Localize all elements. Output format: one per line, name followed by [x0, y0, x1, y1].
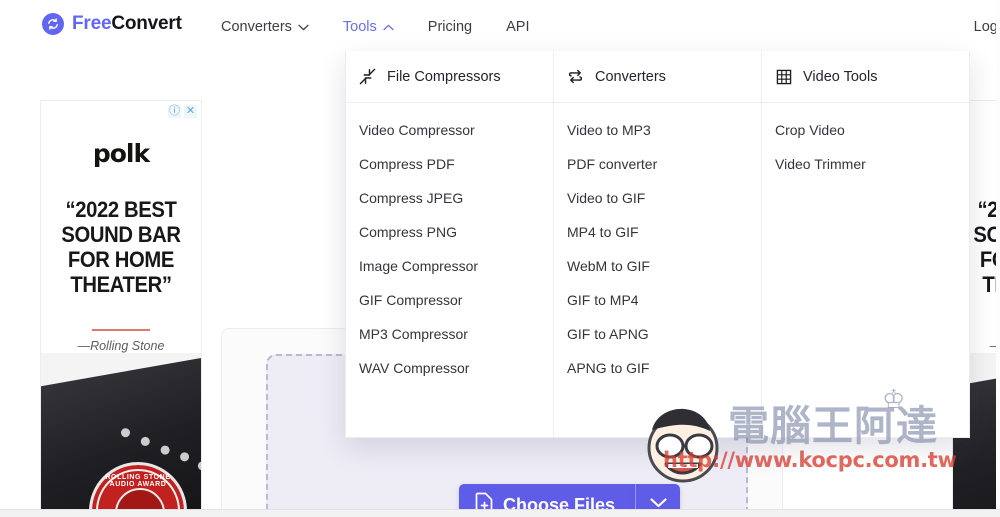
nav-item-tools[interactable]: Tools — [343, 19, 394, 35]
menu-column-file-compressors: File Compressors Video Compressor Compre… — [346, 51, 553, 437]
choose-files-group: Choose Files — [459, 484, 681, 511]
menu-column-converters: Converters Video to MP3 PDF converter Vi… — [553, 51, 761, 437]
page-root: ⓘ ✕ polk “2022 BEST SOUND BAR FOR HOME T… — [0, 0, 1000, 517]
window-edge-right — [996, 0, 1000, 517]
logo-text-convert: Convert — [111, 13, 182, 34]
menu-item-gif-compressor[interactable]: GIF Compressor — [359, 285, 553, 319]
menu-items-list: Video Compressor Compress PDF Compress J… — [346, 103, 553, 387]
menu-column-title: Converters — [595, 68, 666, 85]
menu-item-mp3-compressor[interactable]: MP3 Compressor — [359, 319, 553, 353]
nav-label-api: API — [506, 19, 530, 35]
menu-item-gif-to-mp4[interactable]: GIF to MP4 — [567, 285, 761, 319]
ad-banner-left[interactable]: ⓘ ✕ polk “2022 BEST SOUND BAR FOR HOME T… — [40, 100, 202, 517]
menu-column-title: File Compressors — [387, 68, 501, 85]
menu-item-apng-to-gif[interactable]: APNG to GIF — [567, 353, 761, 387]
chevron-down-icon — [649, 496, 668, 510]
award-badge-text: ROLLING STONE AUDIO AWARD — [105, 474, 171, 488]
ad-attribution-left: —Rolling Stone — [77, 339, 165, 353]
choose-files-dropdown-button[interactable] — [635, 484, 681, 510]
info-icon[interactable]: ⓘ — [168, 105, 181, 118]
chevron-up-icon — [383, 19, 394, 35]
menu-item-video-to-mp3[interactable]: Video to MP3 — [567, 115, 761, 149]
compress-arrows-icon — [359, 68, 376, 85]
site-logo[interactable]: FreeConvert — [42, 13, 182, 35]
logo-text-free: Free — [72, 13, 112, 34]
menu-item-webm-to-gif[interactable]: WebM to GIF — [567, 251, 761, 285]
menu-item-video-trimmer[interactable]: Video Trimmer — [775, 149, 969, 183]
menu-column-header: Video Tools — [762, 51, 969, 103]
swap-arrows-icon — [567, 68, 584, 85]
menu-item-compress-png[interactable]: Compress PNG — [359, 217, 553, 251]
menu-column-title: Video Tools — [803, 68, 878, 85]
menu-item-compress-pdf[interactable]: Compress PDF — [359, 149, 553, 183]
top-navigation-bar: FreeConvert Converters Tools Pricing API… — [16, 0, 1000, 54]
ad-quote-left: “2022 BEST SOUND BAR FOR HOME THEATER” — [61, 197, 181, 298]
ad-quote-right: “2022 BEST SOUND BAR FOR HOME THEATER” — [973, 197, 1000, 298]
ad-divider-left — [92, 329, 150, 331]
refresh-circle-icon — [42, 13, 64, 35]
menu-item-gif-to-apng[interactable]: GIF to APNG — [567, 319, 761, 353]
nav-item-pricing[interactable]: Pricing — [428, 19, 472, 35]
menu-item-pdf-converter[interactable]: PDF converter — [567, 149, 761, 183]
menu-item-crop-video[interactable]: Crop Video — [775, 115, 969, 149]
close-icon[interactable]: ✕ — [184, 105, 197, 118]
nav-label-tools: Tools — [342, 19, 377, 35]
menu-item-image-compressor[interactable]: Image Compressor — [359, 251, 553, 285]
tools-dropdown-menu: File Compressors Video Compressor Compre… — [345, 51, 970, 438]
file-plus-icon — [475, 492, 494, 510]
ad-brand-left: polk — [92, 139, 150, 168]
menu-item-wav-compressor[interactable]: WAV Compressor — [359, 353, 553, 387]
site-logo-text: FreeConvert — [72, 13, 182, 35]
menu-item-compress-jpeg[interactable]: Compress JPEG — [359, 183, 553, 217]
choose-files-button[interactable]: Choose Files — [459, 484, 636, 511]
nav-label-pricing: Pricing — [427, 19, 473, 35]
chevron-down-icon — [298, 19, 309, 35]
film-strip-icon — [775, 68, 792, 85]
window-edge-bottom — [0, 509, 1000, 517]
menu-item-video-to-gif[interactable]: Video to GIF — [567, 183, 761, 217]
menu-items-list: Video to MP3 PDF converter Video to GIF … — [554, 103, 761, 387]
menu-item-video-compressor[interactable]: Video Compressor — [359, 115, 553, 149]
menu-column-video-tools: Video Tools Crop Video Video Trimmer — [761, 51, 969, 437]
choose-files-label: Choose Files — [503, 494, 616, 511]
nav-item-api[interactable]: API — [506, 19, 529, 35]
menu-item-mp4-to-gif[interactable]: MP4 to GIF — [567, 217, 761, 251]
nav-label-converters: Converters — [221, 19, 292, 35]
ad-controls-left: ⓘ ✕ — [168, 105, 197, 118]
menu-items-list: Crop Video Video Trimmer — [762, 103, 969, 183]
nav-item-converters[interactable]: Converters — [221, 19, 309, 35]
window-edge-left — [0, 0, 16, 517]
nav-links: Converters Tools Pricing API — [221, 0, 529, 54]
ad-product-photo-left: ROLLING STONE AUDIO AWARD — [41, 353, 201, 517]
menu-column-header: Converters — [554, 51, 761, 103]
menu-column-header: File Compressors — [346, 51, 553, 103]
